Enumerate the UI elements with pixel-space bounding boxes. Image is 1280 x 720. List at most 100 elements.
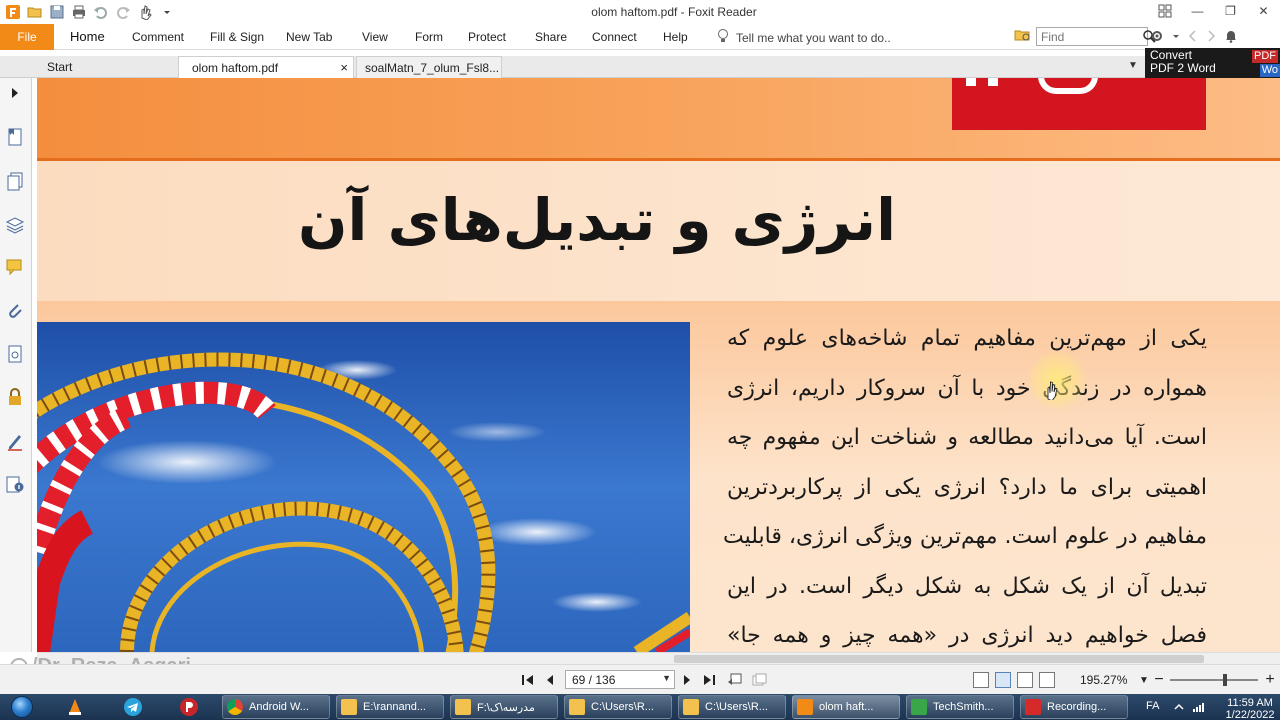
find-input[interactable] bbox=[1036, 27, 1148, 46]
signatures-icon[interactable] bbox=[4, 343, 26, 365]
title-bar: olom haftom.pdf - Foxit Reader — ❐ ✕ bbox=[0, 0, 1280, 24]
comments-icon[interactable] bbox=[4, 256, 26, 278]
pdf-badge: PDF bbox=[1252, 50, 1278, 63]
input-language[interactable]: FA bbox=[1146, 700, 1159, 712]
chapter-intro-paragraph: یکی از مهم‌ترین مفاهیم تمام شاخه‌های علو… bbox=[723, 314, 1207, 652]
menu-protect[interactable]: Protect bbox=[468, 30, 506, 44]
previous-view-icon[interactable] bbox=[727, 672, 743, 688]
folder-icon bbox=[341, 699, 357, 715]
close-tab-button[interactable]: × bbox=[340, 60, 348, 75]
taskbar-label: TechSmith... bbox=[933, 701, 994, 713]
maximize-button[interactable]: ❐ bbox=[1214, 0, 1247, 22]
content-info-icon[interactable] bbox=[4, 473, 26, 495]
tab-start[interactable]: Start bbox=[40, 56, 180, 78]
pages-thumbnails-icon[interactable] bbox=[4, 171, 26, 193]
app-p-icon[interactable] bbox=[174, 696, 204, 718]
menu-new-tab[interactable]: New Tab bbox=[286, 30, 332, 44]
recording-icon bbox=[1025, 699, 1041, 715]
bookmarks-icon[interactable] bbox=[4, 126, 26, 148]
zoom-out-button[interactable]: − bbox=[1151, 671, 1167, 688]
tray-arrow-icon[interactable] bbox=[1170, 696, 1188, 718]
layers-icon[interactable] bbox=[4, 214, 26, 236]
find-folder-icon[interactable] bbox=[1014, 27, 1032, 46]
ribbon-right-icons bbox=[1150, 29, 1238, 46]
taskbar-techsmith[interactable]: TechSmith... bbox=[906, 695, 1014, 719]
menu-comment[interactable]: Comment bbox=[132, 30, 184, 44]
taskbar-folder-users-2[interactable]: C:\Users\R... bbox=[678, 695, 786, 719]
convert-pdf-to-word-ad[interactable]: Convert PDF 2 Word PDF Wo bbox=[1145, 48, 1280, 78]
attachments-icon[interactable] bbox=[4, 300, 26, 322]
taskbar-folder-f[interactable]: F:\مدرسه\ک bbox=[450, 695, 558, 719]
network-icon[interactable] bbox=[1190, 696, 1208, 718]
horizontal-scrollbar[interactable] bbox=[37, 652, 1280, 664]
paragraph-line: فصل خواهیم دید انرژی در «همه چیز و همه ج… bbox=[727, 623, 1207, 648]
continuous-view-icon[interactable] bbox=[995, 672, 1011, 688]
taskbar-recording[interactable]: Recording... bbox=[1020, 695, 1128, 719]
chevron-down-icon[interactable] bbox=[1172, 29, 1180, 46]
taskbar-label: C:\Users\R... bbox=[591, 701, 654, 713]
menu-form[interactable]: Form bbox=[415, 30, 443, 44]
taskbar-label: Android W... bbox=[249, 701, 309, 713]
chapter-number-shape bbox=[1038, 78, 1098, 94]
gear-icon[interactable] bbox=[1150, 29, 1164, 46]
taskbar-label: olom haft... bbox=[819, 701, 874, 713]
expand-panel-icon[interactable] bbox=[4, 82, 26, 104]
chapter-box-mark-left bbox=[966, 78, 976, 86]
vlc-icon[interactable] bbox=[60, 696, 90, 718]
taskbar-folder-users-1[interactable]: C:\Users\R... bbox=[564, 695, 672, 719]
menu-home[interactable]: Home bbox=[70, 29, 105, 44]
telegram-icon[interactable] bbox=[118, 696, 148, 718]
word-badge: Wo bbox=[1259, 64, 1280, 77]
find-area bbox=[1014, 27, 1156, 46]
zoom-dropdown-icon[interactable]: ▼ bbox=[1136, 672, 1152, 688]
first-page-button[interactable] bbox=[520, 672, 536, 688]
taskbar-label: E:\rannand... bbox=[363, 701, 426, 713]
zoom-slider-thumb[interactable] bbox=[1223, 674, 1227, 686]
zoom-in-button[interactable]: + bbox=[1262, 671, 1278, 688]
back-icon[interactable] bbox=[1188, 29, 1198, 46]
menu-help[interactable]: Help bbox=[663, 30, 688, 44]
scrollbar-thumb[interactable] bbox=[674, 655, 1204, 663]
clock-time: 11:59 AM bbox=[1227, 697, 1273, 709]
close-button[interactable]: ✕ bbox=[1247, 0, 1280, 22]
ribbon-options-icon[interactable] bbox=[1148, 0, 1181, 22]
paragraph-line: یکی از مهم‌ترین مفاهیم تمام شاخه‌های علو… bbox=[727, 326, 1207, 351]
tab-olom-haftom[interactable]: olom haftom.pdf × bbox=[178, 56, 354, 78]
security-lock-icon[interactable] bbox=[4, 386, 26, 408]
menu-connect[interactable]: Connect bbox=[592, 30, 637, 44]
bell-icon[interactable] bbox=[1224, 29, 1238, 46]
start-button[interactable] bbox=[4, 694, 40, 720]
taskbar-folder-e[interactable]: E:\rannand... bbox=[336, 695, 444, 719]
tab-list-chevron-icon[interactable]: ▼ bbox=[1128, 60, 1138, 71]
page-number-field[interactable]: 69 / 136 ▼ bbox=[565, 670, 675, 689]
facing-view-icon[interactable] bbox=[1017, 672, 1033, 688]
taskbar-label: Recording... bbox=[1047, 701, 1107, 713]
forward-icon[interactable] bbox=[1206, 29, 1216, 46]
single-page-view-icon[interactable] bbox=[973, 672, 989, 688]
tell-me-box[interactable]: Tell me what you want to do.. bbox=[716, 28, 891, 47]
windows-logo-icon bbox=[11, 696, 33, 718]
previous-page-button[interactable] bbox=[542, 672, 558, 688]
camtasia-icon bbox=[911, 699, 927, 715]
paragraph-line: است. آیا می‌دانید مطالعه و شناخت این مفه… bbox=[727, 425, 1207, 450]
tab-soalmatn[interactable]: soalMatn_7_olum_Fsl8... bbox=[356, 56, 502, 78]
document-view[interactable]: انرژی و تبدیل‌های آن bbox=[37, 78, 1280, 652]
file-menu-button[interactable]: File bbox=[0, 24, 54, 50]
fill-sign-icon[interactable] bbox=[4, 430, 26, 452]
next-view-icon[interactable] bbox=[751, 672, 767, 688]
clock-date: 1/22/2022 bbox=[1225, 709, 1275, 720]
chrome-icon bbox=[227, 699, 243, 715]
minimize-button[interactable]: — bbox=[1181, 0, 1214, 22]
taskbar-clock[interactable]: 11:59 AM 1/22/2022 bbox=[1222, 697, 1278, 720]
zoom-slider[interactable] bbox=[1170, 679, 1258, 681]
next-page-button[interactable] bbox=[679, 672, 695, 688]
taskbar-foxit-active[interactable]: olom haft... bbox=[792, 695, 900, 719]
continuous-facing-view-icon[interactable] bbox=[1039, 672, 1055, 688]
menu-view[interactable]: View bbox=[362, 30, 388, 44]
page-dropdown-icon[interactable]: ▼ bbox=[662, 673, 671, 683]
zoom-level[interactable]: 195.27% bbox=[1080, 673, 1127, 687]
last-page-button[interactable] bbox=[701, 672, 717, 688]
menu-fill-sign[interactable]: Fill & Sign bbox=[210, 30, 264, 44]
taskbar-chrome-android[interactable]: Android W... bbox=[222, 695, 330, 719]
menu-share[interactable]: Share bbox=[535, 30, 567, 44]
